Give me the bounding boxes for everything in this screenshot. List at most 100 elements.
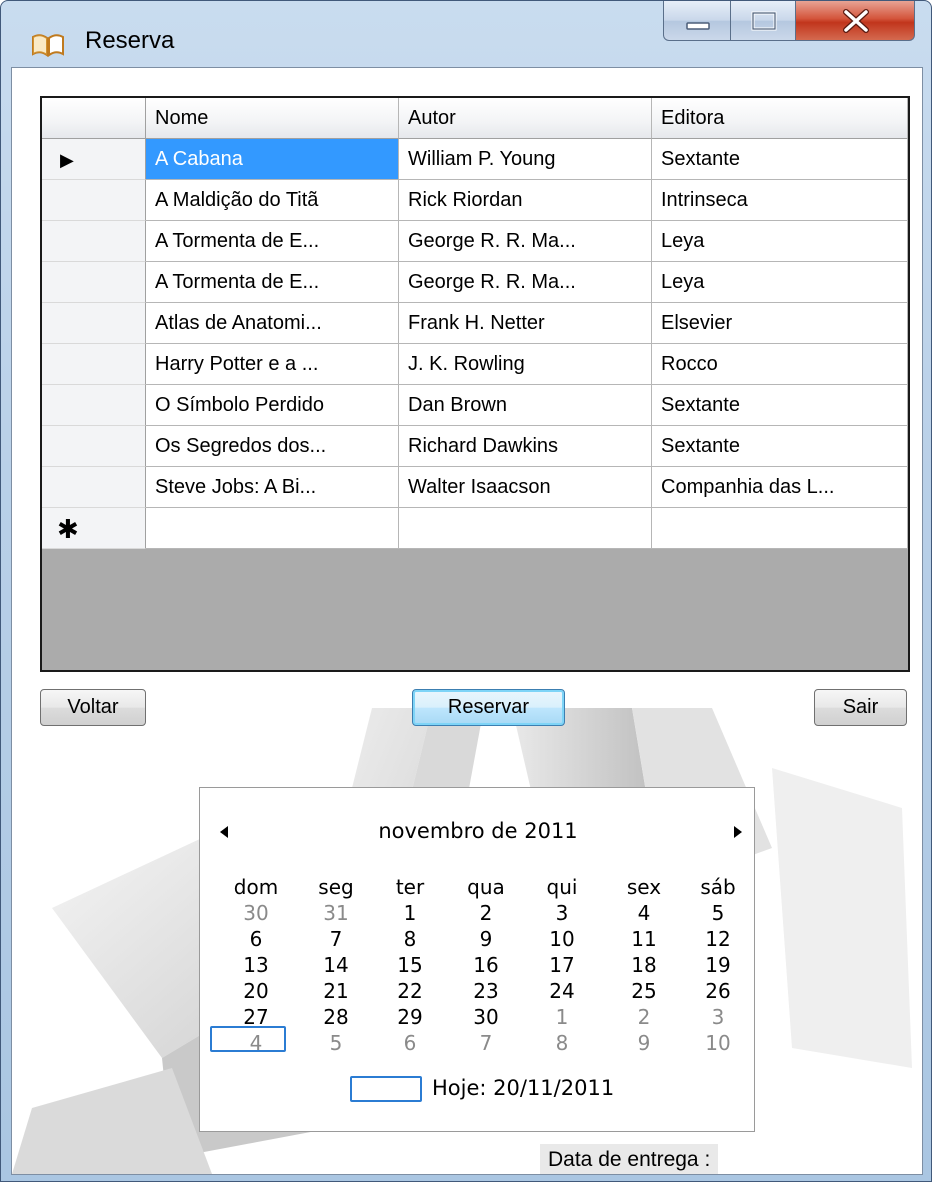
calendar-day[interactable]: 19 [688, 952, 748, 978]
column-header-nome[interactable]: Nome [146, 98, 399, 139]
calendar-day[interactable]: 16 [456, 952, 516, 978]
calendar-day[interactable]: 6 [380, 1030, 440, 1056]
cell-editora[interactable]: Companhia das L... [652, 467, 908, 508]
calendar-day[interactable]: 8 [532, 1030, 592, 1056]
calendar-day[interactable]: 18 [614, 952, 674, 978]
calendar-day[interactable]: 2 [614, 1004, 674, 1030]
calendar-day[interactable]: 6 [226, 926, 286, 952]
calendar-day[interactable]: 31 [306, 900, 366, 926]
cell-nome[interactable]: Harry Potter e a ... [146, 344, 399, 385]
calendar-month-title[interactable]: novembro de 2011 [200, 818, 756, 844]
cell-editora[interactable]: Sextante [652, 426, 908, 467]
cell-editora[interactable]: Rocco [652, 344, 908, 385]
calendar-day[interactable]: 23 [456, 978, 516, 1004]
calendar-day[interactable]: 30 [456, 1004, 516, 1030]
books-grid[interactable]: Nome Autor Editora ▶ A Cabana William P.… [40, 96, 910, 672]
calendar-day[interactable]: 8 [380, 926, 440, 952]
calendar-day[interactable]: 24 [532, 978, 592, 1004]
calendar-day[interactable]: 4 [614, 900, 674, 926]
maximize-button[interactable] [730, 1, 796, 41]
row-header[interactable] [42, 180, 146, 221]
title-bar[interactable]: Reserva [1, 1, 931, 67]
cell-nome[interactable]: A Tormenta de E... [146, 221, 399, 262]
calendar-day[interactable]: 14 [306, 952, 366, 978]
weekday-label: seg [318, 875, 354, 899]
row-header[interactable]: ▶ [42, 139, 146, 180]
cell-autor[interactable]: Richard Dawkins [399, 426, 652, 467]
calendar-day[interactable]: 26 [688, 978, 748, 1004]
column-header-editora[interactable]: Editora [652, 98, 908, 139]
calendar-day[interactable]: 1 [532, 1004, 592, 1030]
cell-editora[interactable]: Elsevier [652, 303, 908, 344]
calendar-day[interactable]: 2 [456, 900, 516, 926]
cell-editora[interactable]: Leya [652, 262, 908, 303]
cell-autor[interactable]: George R. R. Ma... [399, 262, 652, 303]
maximize-icon [751, 11, 777, 31]
calendar-day[interactable]: 15 [380, 952, 440, 978]
calendar-day[interactable]: 28 [306, 1004, 366, 1030]
month-calendar[interactable]: novembro de 2011 dom seg ter qua qui sex sáb 3… [199, 787, 755, 1132]
calendar-day[interactable]: 7 [306, 926, 366, 952]
calendar-day[interactable]: 10 [688, 1030, 748, 1056]
today-indicator-box [350, 1076, 422, 1102]
calendar-day[interactable]: 20 [226, 978, 286, 1004]
row-header[interactable] [42, 262, 146, 303]
cell-autor[interactable]: William P. Young [399, 139, 652, 180]
calendar-day[interactable]: 3 [532, 900, 592, 926]
cell-nome[interactable]: A Tormenta de E... [146, 262, 399, 303]
minimize-button[interactable] [663, 1, 731, 41]
calendar-day[interactable]: 12 [688, 926, 748, 952]
cell-nome[interactable]: Steve Jobs: A Bi... [146, 467, 399, 508]
calendar-day[interactable]: 13 [226, 952, 286, 978]
calendar-day[interactable]: 22 [380, 978, 440, 1004]
voltar-button[interactable]: Voltar [40, 689, 146, 726]
calendar-day[interactable]: 9 [456, 926, 516, 952]
cell-nome[interactable]: Os Segredos dos... [146, 426, 399, 467]
row-header[interactable] [42, 221, 146, 262]
calendar-day[interactable]: 10 [532, 926, 592, 952]
calendar-day[interactable]: 5 [688, 900, 748, 926]
calendar-day[interactable]: 11 [614, 926, 674, 952]
row-header[interactable] [42, 303, 146, 344]
column-header-autor[interactable]: Autor [399, 98, 652, 139]
cell-nome[interactable]: Atlas de Anatomi... [146, 303, 399, 344]
row-header[interactable] [42, 385, 146, 426]
reservar-button[interactable]: Reservar [412, 689, 565, 726]
triangle-right-icon[interactable] [728, 822, 748, 842]
calendar-day[interactable]: 7 [456, 1030, 516, 1056]
calendar-day[interactable]: 17 [532, 952, 592, 978]
cell-nome[interactable]: A Cabana [146, 139, 399, 180]
cell-editora[interactable]: Leya [652, 221, 908, 262]
cell-autor[interactable]: George R. R. Ma... [399, 221, 652, 262]
calendar-day[interactable]: 29 [380, 1004, 440, 1030]
new-cell-nome[interactable] [146, 508, 399, 549]
calendar-day[interactable]: 30 [226, 900, 286, 926]
current-row-arrow-icon: ▶ [60, 150, 74, 170]
grid-corner-header[interactable] [42, 98, 146, 139]
cell-editora[interactable]: Sextante [652, 139, 908, 180]
calendar-day[interactable]: 1 [380, 900, 440, 926]
cell-autor[interactable]: J. K. Rowling [399, 344, 652, 385]
row-header[interactable] [42, 467, 146, 508]
cell-editora[interactable]: Intrinseca [652, 180, 908, 221]
calendar-day[interactable]: 5 [306, 1030, 366, 1056]
row-header[interactable] [42, 426, 146, 467]
cell-autor[interactable]: Walter Isaacson [399, 467, 652, 508]
cell-autor[interactable]: Dan Brown [399, 385, 652, 426]
row-header[interactable] [42, 344, 146, 385]
today-link[interactable]: Hoje: 20/11/2011 [432, 1074, 614, 1102]
calendar-day[interactable]: 25 [614, 978, 674, 1004]
row-header[interactable]: ✱ [42, 508, 146, 549]
cell-editora[interactable]: Sextante [652, 385, 908, 426]
close-button[interactable] [795, 1, 915, 41]
cell-autor[interactable]: Rick Riordan [399, 180, 652, 221]
calendar-day[interactable]: 9 [614, 1030, 674, 1056]
cell-nome[interactable]: O Símbolo Perdido [146, 385, 399, 426]
new-cell-autor[interactable] [399, 508, 652, 549]
cell-nome[interactable]: A Maldição do Titã [146, 180, 399, 221]
new-cell-editora[interactable] [652, 508, 908, 549]
calendar-day[interactable]: 21 [306, 978, 366, 1004]
cell-autor[interactable]: Frank H. Netter [399, 303, 652, 344]
calendar-day[interactable]: 3 [688, 1004, 748, 1030]
sair-button[interactable]: Sair [814, 689, 907, 726]
